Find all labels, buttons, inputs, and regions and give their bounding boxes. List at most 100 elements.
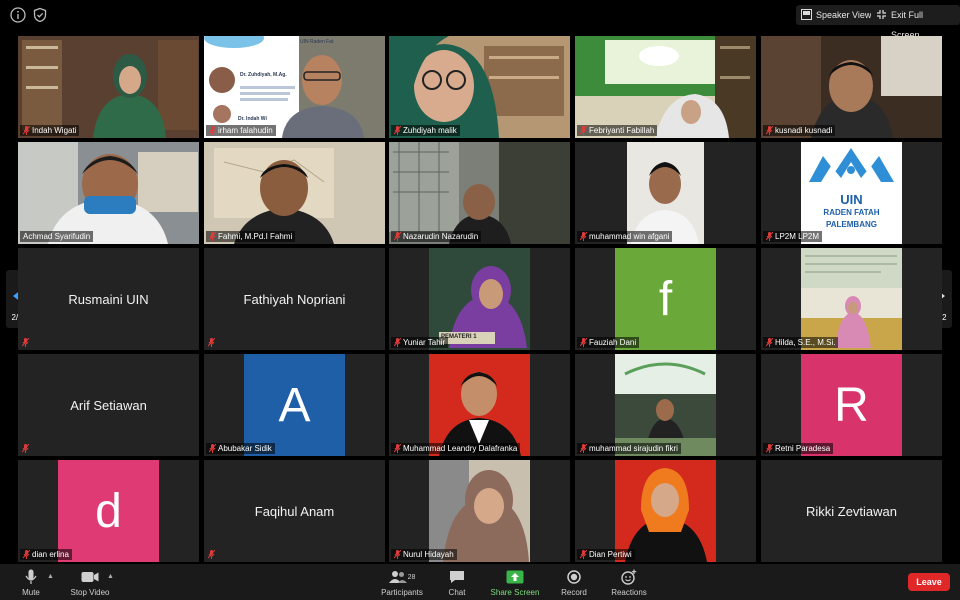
video-feed [627,142,704,244]
microphone-icon [25,569,37,584]
participant-name-label: Febriyanti Fabillah [577,125,658,136]
mic-muted-icon [208,338,215,347]
participant-name-label: Dian Pertiwi [577,549,635,560]
mic-muted-icon [394,338,401,347]
participant-tile[interactable]: d dian erlina [18,460,199,562]
participant-name-label: Nazarudin Nazarudin [391,231,482,242]
chevron-up-icon[interactable]: ▲ [107,573,114,580]
video-feed: Dr. Zuhdiyah, M.Ag. Dr. Indah Wi UIN Rad… [204,36,385,138]
speaker-view-button[interactable]: Speaker View [796,5,878,25]
mic-muted-icon [766,126,773,135]
mute-label: Mute [22,588,40,597]
chevron-up-icon[interactable]: ▲ [47,573,54,580]
mic-muted-icon [766,338,773,347]
participant-name-label: Fahmi, M.Pd.I Fahmi [206,231,296,242]
participant-tile[interactable]: Arif Setiawan [18,354,199,456]
avatar: d [58,460,159,562]
participant-tile[interactable]: PEMATERI 1 Yuniar Tahir [389,248,570,350]
info-icon[interactable] [10,7,26,23]
participant-tile[interactable]: Dr. Zuhdiyah, M.Ag. Dr. Indah Wi UIN Rad… [204,36,385,138]
participant-tile[interactable]: muhammad win afgani [575,142,756,244]
record-button[interactable]: Record [558,568,590,597]
smiley-face-icon [621,569,637,585]
grid-icon [801,9,812,20]
mute-button[interactable]: Mute [18,568,44,597]
mic-muted-icon [22,444,29,453]
participants-button[interactable]: 28 Participants [377,568,427,597]
reactions-label: Reactions [611,588,647,597]
exit-full-screen-button[interactable]: Exit Full Screen [871,5,960,40]
reactions-button[interactable]: Reactions [608,568,650,597]
gallery-grid: Indah Wigati Dr. Zuhdiyah, M.Ag. Dr. Ind… [18,36,942,564]
participant-tile[interactable]: kusnadi kusnadi [761,36,942,138]
participant-tile[interactable]: Fathiyah Nopriani [204,248,385,350]
video-feed [204,142,385,244]
profile-photo [615,354,716,456]
participant-name-label: muhammad sirajudin fikri [577,443,681,454]
profile-photo [801,248,902,350]
participant-tile[interactable]: R Retni Paradesa [761,354,942,456]
mic-muted-icon [23,126,30,135]
share-screen-button[interactable]: Share Screen [487,568,543,597]
participant-name-label: Retni Paradesa [763,443,834,454]
meeting-toolbar: Mute ▲ Stop Video ▲ 28 Participants Chat… [0,564,960,600]
mic-muted-icon [580,338,587,347]
participant-name-label: Yuniar Tahir [391,337,449,348]
mic-muted-icon [766,444,773,453]
participant-tile[interactable]: Nurul Hidayah [389,460,570,562]
participant-tile[interactable]: Hilda, S.E., M.Si. [761,248,942,350]
mic-muted-icon [394,126,401,135]
mic-muted-icon [394,444,401,453]
university-logo: UIN RADEN FATAH PALEMBANG [801,142,902,244]
video-feed [575,36,756,138]
participant-tile[interactable]: A Abubakar Sidik [204,354,385,456]
participant-tile[interactable]: f Fauziah Dani [575,248,756,350]
exit-fullscreen-icon [877,10,886,19]
participant-tile[interactable]: Faqihul Anam [204,460,385,562]
speaker-view-label: Speaker View [816,10,872,20]
participant-name-label: muhammad win afgani [577,231,673,242]
participants-label: Participants [381,588,423,597]
participant-name-label: dian erlina [20,549,72,560]
video-feed [389,142,570,244]
video-feed [389,36,570,138]
mic-muted-icon [580,232,587,241]
mic-muted-icon [22,338,29,347]
participant-name-label: Zuhdiyah malik [391,125,460,136]
mic-muted-icon [394,232,401,241]
participant-name-label: LP2M LP2M [763,231,823,242]
profile-photo [429,354,530,456]
chat-button[interactable]: Chat [443,568,471,597]
participant-name-label: Hilda, S.E., M.Si. [763,337,839,348]
mic-muted-icon [209,232,216,241]
video-feed [18,142,199,244]
profile-photo: PEMATERI 1 [429,248,530,350]
participant-tile[interactable]: Zuhdiyah malik [389,36,570,138]
participant-display-name: Arif Setiawan [70,397,147,413]
participant-tile[interactable]: UIN RADEN FATAH PALEMBANG LP2M LP2M [761,142,942,244]
participant-display-name: Rikki Zevtiawan [805,503,898,519]
participant-tile[interactable]: Rusmaini UIN [18,248,199,350]
participant-tile[interactable]: Fahmi, M.Pd.I Fahmi [204,142,385,244]
chat-bubble-icon [450,571,464,583]
participant-tile[interactable]: Muhammad Leandry Dalafranka [389,354,570,456]
participant-tile-active-speaker[interactable]: Achmad Syarifudin [18,142,199,244]
leave-button[interactable]: Leave [908,573,950,591]
participant-name-label: Fauziah Dani [577,337,640,348]
participant-name-label: Muhammad Leandry Dalafranka [391,443,521,454]
participant-tile[interactable]: muhammad sirajudin fikri [575,354,756,456]
mic-muted-icon [766,232,773,241]
video-feed [18,36,199,138]
record-icon [567,570,581,584]
participant-display-name: Faqihul Anam [254,503,335,519]
participant-tile[interactable]: Nazarudin Nazarudin [389,142,570,244]
participant-tile[interactable]: Febriyanti Fabillah [575,36,756,138]
stop-video-label: Stop Video [70,588,110,597]
shield-icon[interactable] [32,7,48,23]
participant-tile[interactable]: Indah Wigati [18,36,199,138]
participants-icon [388,571,407,583]
avatar: A [244,354,345,456]
avatar: R [801,354,902,456]
participant-tile[interactable]: Rikki Zevtiawan [761,460,942,562]
participant-tile[interactable]: Dian Pertiwi [575,460,756,562]
